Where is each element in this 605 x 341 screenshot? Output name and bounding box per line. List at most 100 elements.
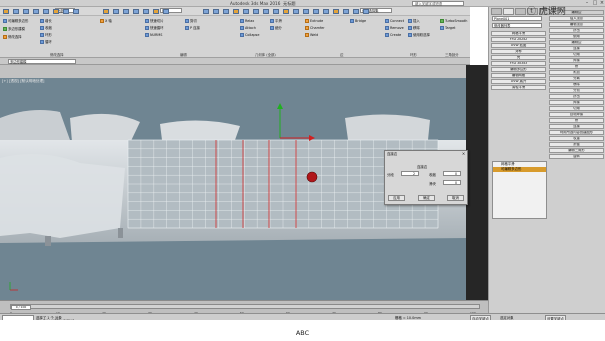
rollout-button[interactable]: 编辑顶点 <box>549 22 604 27</box>
rollout-button[interactable]: 附加 <box>549 70 604 75</box>
toolbar-icon[interactable] <box>263 9 269 14</box>
toolbar-icon[interactable] <box>313 9 319 14</box>
toolbar-icon[interactable] <box>363 9 369 14</box>
tab-hierarchy[interactable] <box>515 8 526 15</box>
rollout-button[interactable]: 折缝 <box>549 142 604 147</box>
ribbon-btn-loop[interactable]: 循环 <box>40 39 52 45</box>
ribbon-btn-chamfer[interactable]: Chamfer <box>305 25 325 31</box>
rollout-button[interactable]: 编辑边 <box>549 40 604 45</box>
rollout-button[interactable]: 连接 <box>549 46 604 51</box>
close-icon[interactable]: × <box>598 0 605 6</box>
ribbon-btn-ring[interactable]: 环形 <box>40 32 52 38</box>
rollout-button[interactable]: 旋转 <box>549 154 604 159</box>
rollout-button[interactable]: 权重 <box>549 136 604 141</box>
modifier-shortcut-button[interactable]: 编辑网格 <box>491 73 546 78</box>
ribbon-btn-smooth[interactable]: 平滑 <box>270 18 282 24</box>
rollout-button[interactable]: 切角 <box>549 52 604 57</box>
ribbon-btn-attach[interactable]: Attach <box>240 25 256 31</box>
ribbon-btn-extrude[interactable]: Extrude <box>305 18 323 24</box>
modifier-list-dropdown[interactable]: 修改器列表 <box>492 23 542 28</box>
ribbon-btn-cut[interactable]: 剪切 <box>185 18 197 24</box>
toolbar-icon[interactable] <box>123 9 129 14</box>
time-slider-thumb[interactable]: 0 / 100 <box>11 305 31 310</box>
rollout-button[interactable]: 焊接 <box>549 100 604 105</box>
toolbar-icon[interactable] <box>233 9 239 14</box>
ribbon-btn-quickloop[interactable]: 快速循环 <box>145 25 164 31</box>
rollout-button[interactable]: 目标焊接 <box>549 112 604 117</box>
modifier-shortcut-button[interactable]: 网格平滑 <box>491 31 546 36</box>
modifier-shortcut-button[interactable]: FFD 2x2x2 <box>491 37 546 42</box>
toolbar-icon[interactable] <box>203 9 209 14</box>
toolbar-icon[interactable] <box>333 9 339 14</box>
ribbon-left-tool[interactable]: 多边形建模 <box>3 26 25 32</box>
modifier-shortcut-button[interactable]: 涡轮平滑 <box>491 85 546 90</box>
time-slider[interactable]: 0 / 100 <box>10 304 480 310</box>
toolbar-icon[interactable] <box>153 9 159 14</box>
ribbon-btn-create[interactable]: Create <box>385 32 401 38</box>
ribbon-btn-remove-loop[interactable]: 移除 <box>408 25 420 31</box>
ribbon-btn-bridge[interactable]: Bridge <box>350 18 366 24</box>
rollout-button[interactable]: 分离 <box>549 76 604 81</box>
toolbar-icon[interactable] <box>103 9 109 14</box>
ribbon-btn-target[interactable]: Target <box>440 25 456 31</box>
search-input[interactable]: 键入关键字或短语 <box>412 1 464 6</box>
ribbon-btn-relax[interactable]: Relax <box>240 18 254 24</box>
toolbar-icon[interactable] <box>293 9 299 14</box>
rollout-button[interactable]: 利用所选内容创建图形 <box>549 130 604 135</box>
toolbar-icon[interactable] <box>3 9 9 14</box>
tab-modify[interactable] <box>503 8 514 15</box>
modifier-stack-item[interactable]: 可编辑多边形 <box>493 167 546 172</box>
ribbon-btn-nurms[interactable]: NURMS <box>145 32 162 38</box>
modifier-shortcut-button[interactable]: 壳 <box>491 55 546 60</box>
ribbon-btn-axis[interactable]: X 轴 <box>100 18 112 24</box>
toolbar-icon[interactable] <box>53 9 59 14</box>
toolbar-icon[interactable] <box>253 9 259 14</box>
toolbar-icon[interactable] <box>243 9 249 14</box>
ribbon-btn-pconnect[interactable]: P 连接 <box>185 25 200 31</box>
ribbon-btn-grow[interactable]: 增长 <box>40 18 52 24</box>
rollout-button[interactable]: 挤出 <box>549 28 604 33</box>
ok-button[interactable]: 确定 <box>418 195 435 201</box>
toolbar-icon[interactable] <box>133 9 139 14</box>
ribbon-btn-shrink[interactable]: 收缩 <box>40 25 52 31</box>
slide-spinner[interactable]: 0 <box>443 180 461 185</box>
segments-spinner[interactable]: 2 <box>401 171 419 176</box>
toolbar-icon[interactable] <box>63 9 69 14</box>
ribbon-btn-collapse[interactable]: Collapse <box>240 32 259 38</box>
cancel-button[interactable]: 取消 <box>447 195 464 201</box>
toolbar-icon[interactable] <box>223 9 229 14</box>
ribbon-btn-connect[interactable]: Connect <box>385 18 404 24</box>
rollout-button[interactable]: 分割 <box>549 88 604 93</box>
ribbon-btn-turbosmooth[interactable]: TurboSmooth <box>440 18 467 24</box>
toolbar-icon[interactable] <box>343 9 349 14</box>
toolbar-icon[interactable] <box>143 9 149 14</box>
rollout-button[interactable]: 焊接 <box>549 58 604 63</box>
apply-button[interactable]: 应用 <box>388 195 405 201</box>
rollout-button[interactable]: 倒角 <box>549 34 604 39</box>
modifier-shortcut-button[interactable]: FFD 3x3x3 <box>491 61 546 66</box>
rollout-button[interactable]: 连接 <box>549 124 604 129</box>
toolbar-icon[interactable] <box>33 9 39 14</box>
ribbon-btn-softsel[interactable]: 使用软选择 <box>408 32 430 38</box>
ribbon-mode-dropdown[interactable]: 多边形建模 <box>8 59 76 64</box>
toolbar-icon[interactable] <box>213 9 219 14</box>
ribbon-left-tool[interactable]: 可编辑多边形 <box>3 18 28 24</box>
ribbon-btn-insert[interactable]: 插入 <box>408 18 420 24</box>
rollout-button[interactable]: 切角 <box>549 106 604 111</box>
modifier-shortcut-button[interactable]: 对称 <box>491 49 546 54</box>
pinch-spinner[interactable]: 0 <box>443 171 461 176</box>
modifier-shortcut-button[interactable]: UVW 展开 <box>491 79 546 84</box>
modifier-shortcut-button[interactable]: 编辑多边形 <box>491 67 546 72</box>
toolbar-icon[interactable] <box>353 9 359 14</box>
toolbar-icon[interactable] <box>73 9 79 14</box>
tab-create[interactable] <box>491 8 502 15</box>
ribbon-left-tool[interactable]: 修改选择 <box>3 34 22 40</box>
toolbar-icon[interactable] <box>283 9 289 14</box>
toolbar-icon[interactable] <box>303 9 309 14</box>
toolbar-icon[interactable] <box>23 9 29 14</box>
ribbon-btn-quickslice[interactable]: 快速切片 <box>145 18 164 24</box>
rollout-button[interactable]: 桥 <box>549 64 604 69</box>
toolbar-icon[interactable] <box>323 9 329 14</box>
close-icon[interactable]: × <box>461 151 466 156</box>
toolbar-icon[interactable] <box>273 9 279 14</box>
